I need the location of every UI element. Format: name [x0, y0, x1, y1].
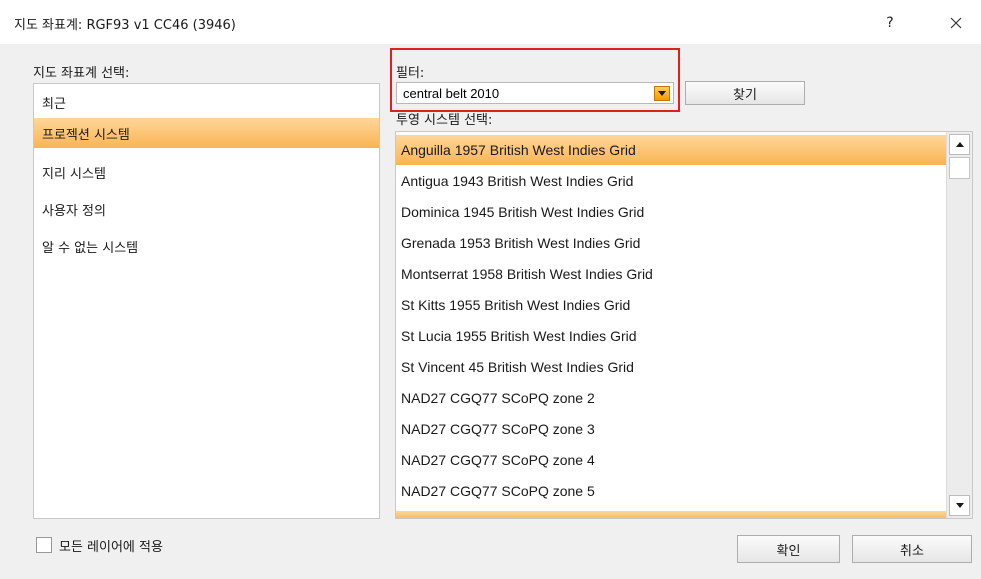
scroll-up-button[interactable]: [949, 134, 970, 155]
projection-item[interactable]: St Vincent 45 British West Indies Grid: [396, 352, 947, 382]
arrow-up-icon: [955, 142, 964, 147]
projection-scrollbar[interactable]: [946, 132, 972, 518]
category-item-projected[interactable]: 프로젝션 시스템: [34, 118, 379, 148]
projection-item[interactable]: St Lucia 1955 British West Indies Grid: [396, 321, 947, 351]
projection-item[interactable]: NAD27 CGQ77 SCoPQ zone 5: [396, 476, 947, 506]
crs-category-label: 지도 좌표계 선택:: [33, 66, 130, 81]
close-button[interactable]: [936, 8, 976, 38]
scroll-down-button[interactable]: [949, 495, 970, 516]
category-item-unknown[interactable]: 알 수 없는 시스템: [34, 231, 379, 261]
find-button[interactable]: 찾기: [685, 81, 805, 105]
ok-button[interactable]: 확인: [737, 535, 840, 563]
title-bar: 지도 좌표계: RGF93 v1 CC46 (3946) ?: [0, 0, 981, 44]
apply-all-layers-label[interactable]: 모든 레이어에 적용: [59, 536, 163, 555]
filter-highlight-box: [390, 48, 680, 112]
category-item-recent[interactable]: 최근: [34, 87, 379, 117]
projection-item-partial[interactable]: [396, 511, 947, 518]
category-item-geographic[interactable]: 지리 시스템: [34, 157, 379, 187]
scroll-thumb[interactable]: [949, 157, 970, 179]
arrow-down-icon: [955, 503, 964, 508]
projection-item[interactable]: St Kitts 1955 British West Indies Grid: [396, 290, 947, 320]
projection-item[interactable]: Antigua 1943 British West Indies Grid: [396, 166, 947, 196]
projection-item[interactable]: NAD27 CGQ77 SCoPQ zone 3: [396, 414, 947, 444]
cancel-button[interactable]: 취소: [852, 535, 972, 563]
projection-list[interactable]: Anguilla 1957 British West Indies Grid A…: [395, 131, 973, 519]
close-icon: [950, 17, 962, 29]
projection-item[interactable]: Grenada 1953 British West Indies Grid: [396, 228, 947, 258]
projection-item[interactable]: NAD27 CGQ77 SCoPQ zone 2: [396, 383, 947, 413]
window-title: 지도 좌표계: RGF93 v1 CC46 (3946): [14, 18, 236, 33]
help-button[interactable]: ?: [872, 8, 908, 38]
projection-item[interactable]: Anguilla 1957 British West Indies Grid: [396, 135, 947, 165]
projection-item[interactable]: Dominica 1945 British West Indies Grid: [396, 197, 947, 227]
crs-category-list[interactable]: 최근 프로젝션 시스템 지리 시스템 사용자 정의 알 수 없는 시스템: [33, 83, 380, 519]
apply-all-layers-checkbox[interactable]: [36, 537, 52, 553]
projection-item[interactable]: Montserrat 1958 British West Indies Grid: [396, 259, 947, 289]
category-item-user-defined[interactable]: 사용자 정의: [34, 194, 379, 224]
projection-list-label: 투영 시스템 선택:: [396, 113, 493, 128]
projection-item[interactable]: NAD27 CGQ77 SCoPQ zone 4: [396, 445, 947, 475]
